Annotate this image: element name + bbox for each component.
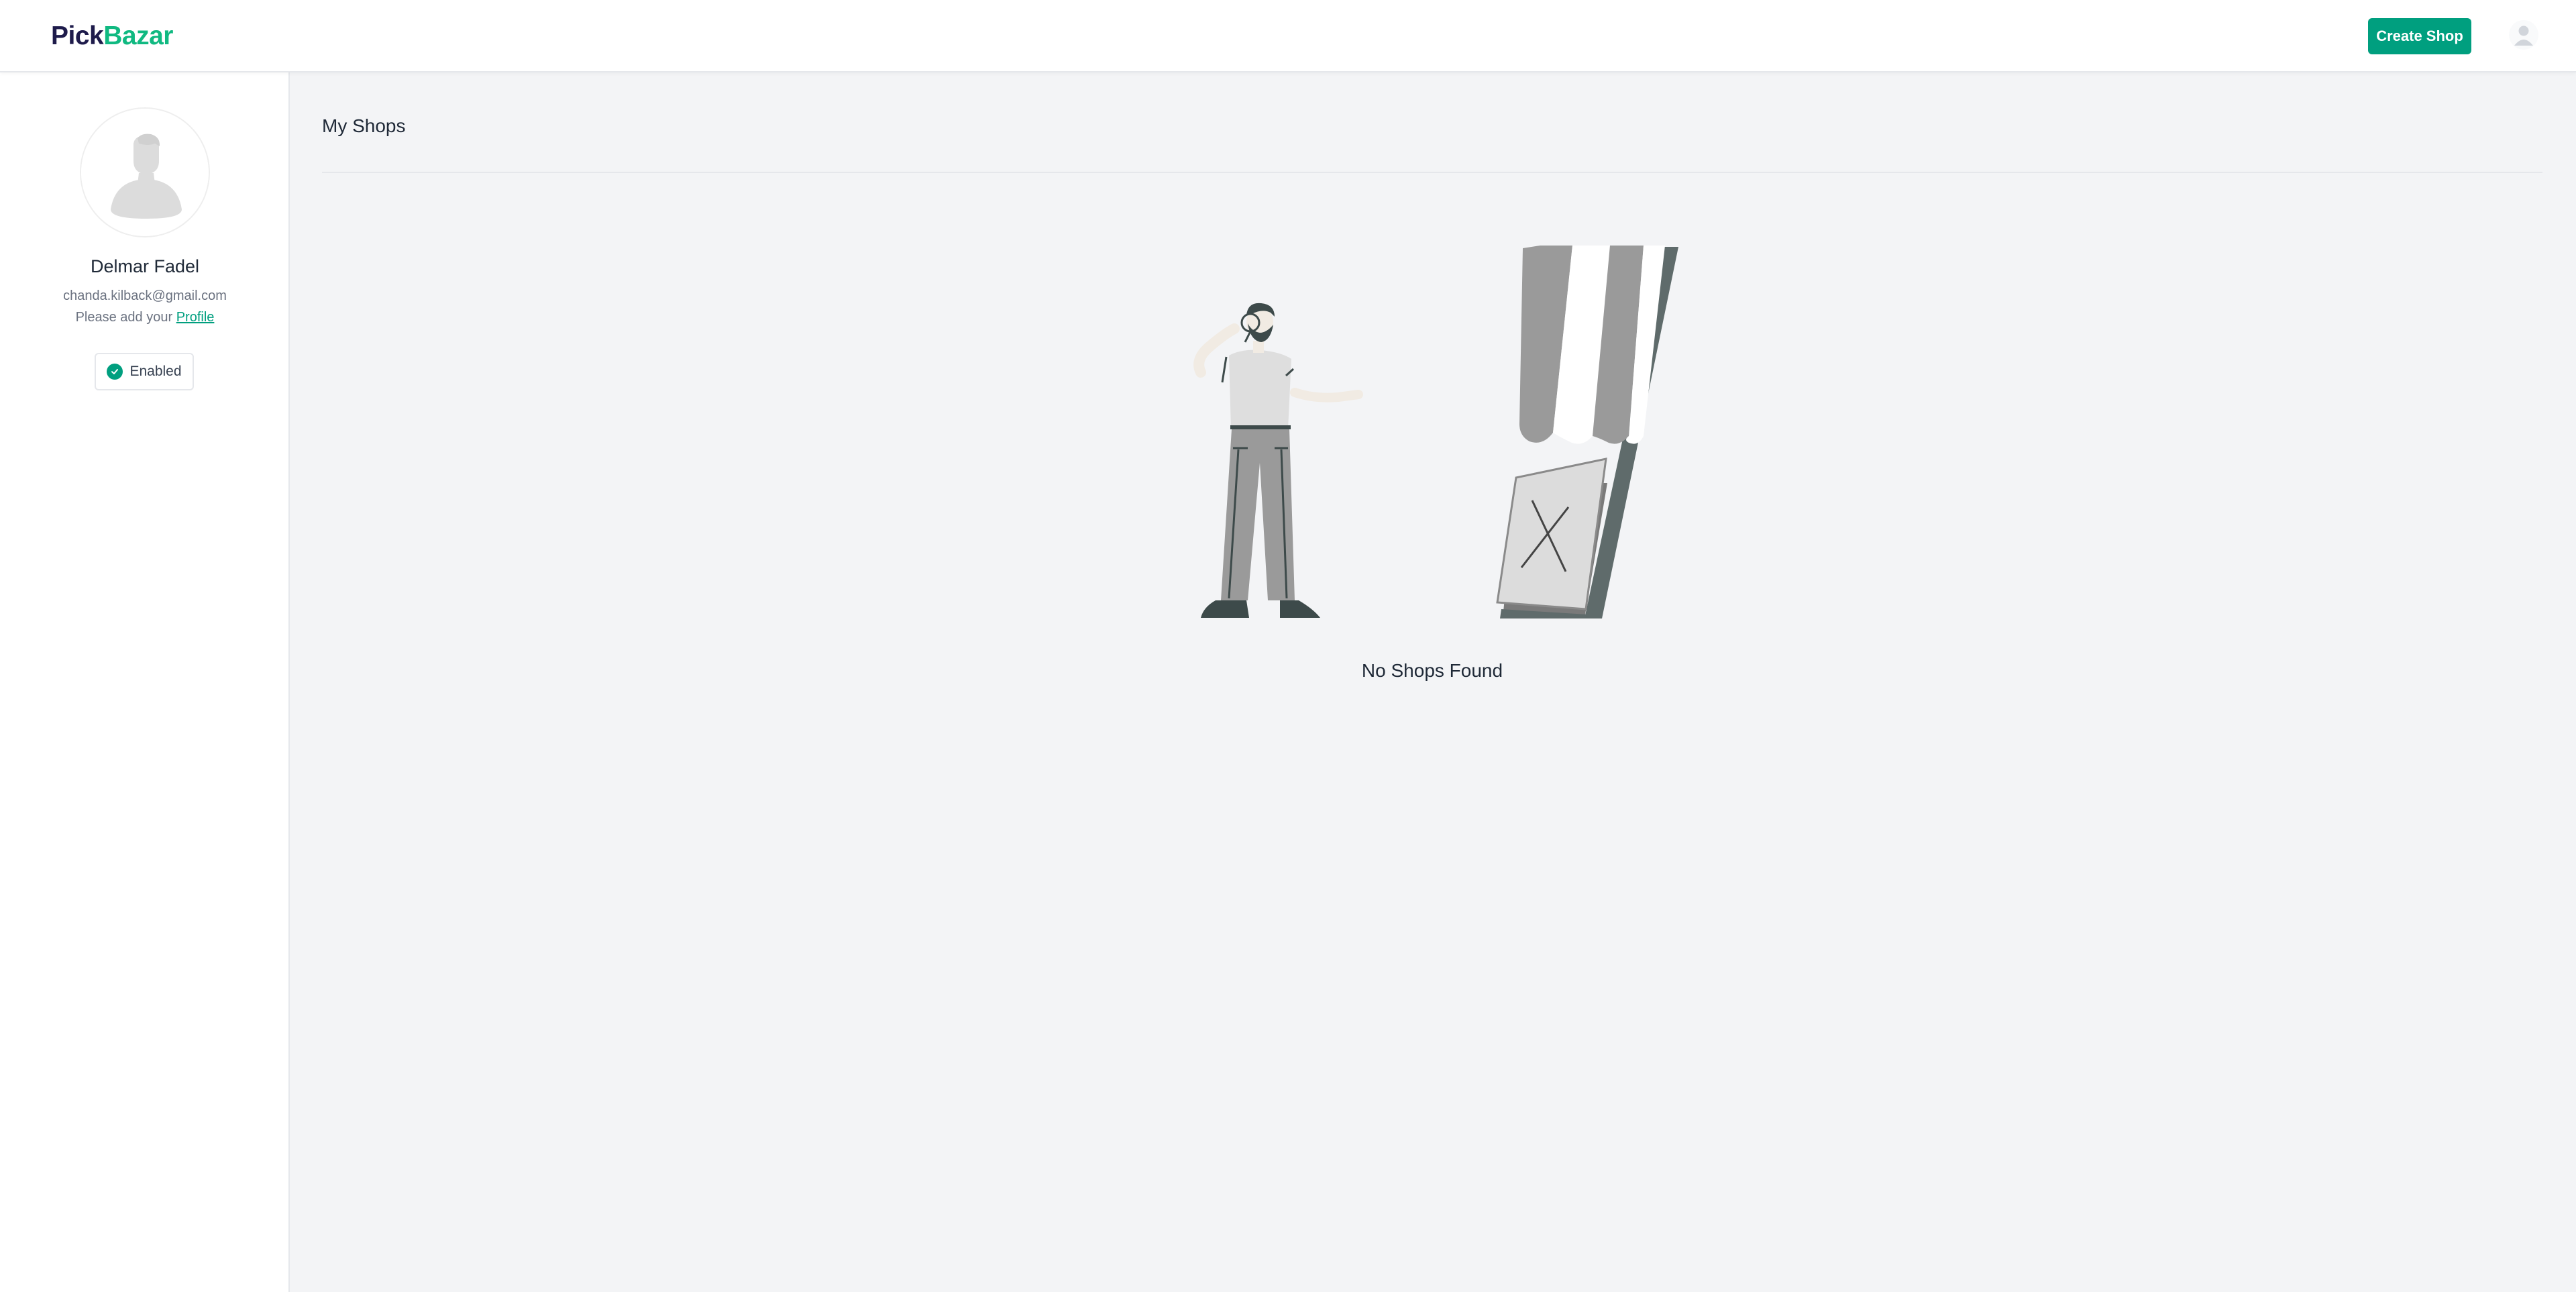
profile-hint-text: Please add your: [75, 310, 173, 325]
profile-sidebar: Delmar Fadel chanda.kilback@gmail.com Pl…: [0, 72, 290, 1292]
user-avatar-icon[interactable]: [2509, 20, 2538, 50]
user-silhouette-icon: [81, 109, 209, 236]
profile-hint: Please add your Profile: [0, 310, 290, 325]
page-title: My Shops: [322, 115, 406, 136]
status-label: Enabled: [129, 364, 182, 379]
profile-avatar: [80, 107, 210, 237]
create-shop-button[interactable]: Create Shop: [2368, 18, 2471, 54]
closed-shop-illustration: [1181, 241, 1684, 624]
check-circle-icon: [107, 364, 123, 380]
pickbazar-logo[interactable]: PickBazar: [51, 20, 173, 52]
top-header: PickBazar Create Shop: [0, 0, 2576, 72]
profile-link[interactable]: Profile: [176, 310, 215, 325]
user-email: chanda.kilback@gmail.com: [63, 288, 227, 303]
empty-state-message: No Shops Found: [1361, 660, 1503, 681]
status-badge: Enabled: [95, 353, 194, 390]
title-divider: [322, 172, 2542, 173]
user-name: Delmar Fadel: [90, 256, 200, 276]
logo-part-bazar: Bazar: [103, 21, 173, 50]
logo-part-pick: Pick: [51, 21, 104, 50]
